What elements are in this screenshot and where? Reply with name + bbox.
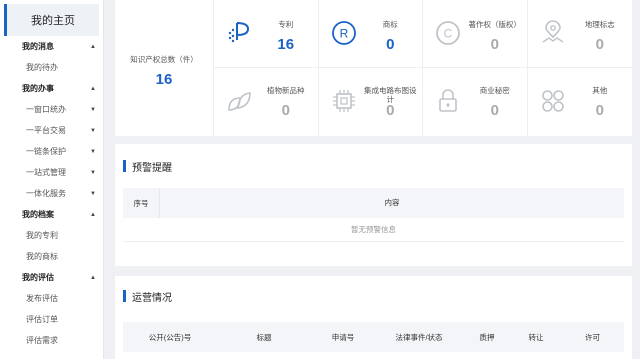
ip-cell-value: 0 — [595, 102, 604, 119]
sidebar-section-archive[interactable]: 我的档案 ▲ — [0, 204, 103, 225]
col-license: 许可 — [585, 332, 600, 342]
ip-total-label: 知识产权总数（件） — [130, 55, 198, 64]
ip-cell-value: 16 — [277, 36, 295, 53]
sidebar-section-label: 我的评估 — [22, 273, 54, 282]
ip-cell-value: 0 — [386, 36, 395, 53]
sidebar-item-manage[interactable]: 一站式管理 ▼ — [0, 162, 103, 183]
ip-total: 知识产权总数（件） 16 — [115, 0, 214, 136]
ip-stats-card: 知识产权总数（件） 16 专利 16 R 商标 0 C 著作权（版权） 0 地理… — [115, 0, 632, 136]
caret-up-icon: ▲ — [90, 85, 96, 92]
sidebar-section-evaluation[interactable]: 我的评估 ▲ — [0, 267, 103, 288]
ip-cell-label: 其他 — [592, 86, 608, 95]
ip-cell-copyright[interactable]: C 著作权（版权） 0 — [423, 0, 528, 68]
sidebar-item-protect[interactable]: 一链条保护 ▼ — [0, 141, 103, 162]
ip-cell-value: 0 — [595, 36, 604, 53]
lock-icon — [439, 89, 457, 112]
warning-table-header: 序号 内容 — [123, 188, 624, 218]
warning-table: 序号 内容 暂无预警信息 — [123, 188, 624, 242]
sidebar-item-window[interactable]: 一窗口统办 ▼ — [0, 99, 103, 120]
operations-title: 运营情况 — [132, 292, 172, 304]
sidebar-item-eval-demand[interactable]: 评估需求 — [0, 330, 103, 351]
sidebar-item-trade[interactable]: 一平台交易 ▼ — [0, 120, 103, 141]
ip-cell-secret[interactable]: 商业秘密 0 — [423, 68, 528, 136]
grid-icon — [541, 90, 564, 112]
chip-icon — [332, 90, 355, 112]
ip-cell-value: 0 — [281, 102, 290, 119]
caret-down-icon: ▼ — [90, 106, 96, 113]
ip-category-grid: 专利 16 R 商标 0 C 著作权（版权） 0 地理标志 0 植物新品种 0 … — [214, 0, 632, 136]
col-legal-status: 法律事件/状态 — [395, 332, 443, 342]
warning-panel: 预警提醒 序号 内容 暂无预警信息 — [115, 144, 632, 266]
sidebar-section-label: 我的档案 — [22, 210, 54, 219]
ip-cell-patent[interactable]: 专利 16 — [214, 0, 319, 68]
operations-panel: 运营情况 公开(公告)号 标题 申请号 法律事件/状态 质押 转让 许可 — [115, 276, 632, 359]
warning-empty: 暂无预警信息 — [123, 218, 624, 242]
col-title: 标题 — [256, 332, 272, 342]
title-accent-bar — [123, 160, 126, 172]
col-application-no: 申请号 — [331, 332, 355, 342]
ip-cell-label: 植物新品种 — [267, 86, 305, 95]
trademark-icon: R — [331, 21, 356, 45]
col-transfer: 转让 — [528, 332, 544, 342]
plant-icon — [228, 92, 251, 111]
sidebar-section-affairs[interactable]: 我的办事 ▲ — [0, 78, 103, 99]
caret-up-icon: ▲ — [90, 274, 96, 281]
ip-cell-value: 0 — [490, 102, 499, 119]
caret-down-icon: ▼ — [90, 127, 96, 134]
svg-text:C: C — [444, 27, 453, 41]
main-content: 知识产权总数（件） 16 专利 16 R 商标 0 C 著作权（版权） 0 地理… — [115, 0, 632, 359]
ip-cell-label: 商业秘密 — [479, 86, 510, 95]
warning-title: 预警提醒 — [132, 162, 172, 174]
title-accent-bar — [123, 290, 126, 302]
geo-mark-icon — [542, 20, 563, 43]
ip-total-value: 16 — [155, 71, 173, 88]
sidebar-section-label: 我的办事 — [22, 84, 54, 93]
sidebar: 我的主页 我的消息 ▲ 我的待办 我的办事 ▲ 一窗口统办 ▼ 一平台交易 ▼ 一链… — [0, 0, 104, 359]
sidebar-section-messages[interactable]: 我的消息 ▲ — [0, 36, 103, 57]
operations-table-header: 公开(公告)号 标题 申请号 法律事件/状态 质押 转让 许可 — [123, 322, 624, 352]
caret-down-icon: ▼ — [90, 190, 96, 197]
ip-cell-plant[interactable]: 植物新品种 0 — [214, 68, 319, 136]
col-content: 内容 — [159, 188, 624, 218]
svg-text:R: R — [339, 27, 348, 41]
copyright-icon: C — [436, 21, 460, 45]
col-index: 序号 — [133, 198, 149, 208]
patent-icon — [228, 22, 250, 43]
sidebar-item-publish-eval[interactable]: 发布评估 — [0, 288, 103, 309]
ip-cell-other[interactable]: 其他 0 — [528, 68, 633, 136]
sidebar-item-patents[interactable]: 我的专利 — [0, 225, 103, 246]
ip-cell-chip[interactable]: 集成电路布图设计 0 — [319, 68, 423, 136]
ip-cell-label: 商标 — [382, 20, 398, 29]
ip-cell-trademark[interactable]: R 商标 0 — [318, 0, 423, 68]
caret-up-icon: ▲ — [90, 211, 96, 218]
sidebar-item-trademarks[interactable]: 我的商标 — [0, 246, 103, 267]
ip-cell-label: 地理标志 — [584, 20, 615, 29]
ip-cell-label: 著作权（版权） — [468, 20, 522, 29]
caret-up-icon: ▲ — [90, 43, 96, 50]
ip-cell-value: 0 — [490, 36, 499, 53]
sidebar-section-label: 我的消息 — [22, 42, 54, 51]
sidebar-item-eval-orders[interactable]: 评估订单 — [0, 309, 103, 330]
ip-cell-label: 专利 — [278, 20, 294, 29]
sidebar-item-todo[interactable]: 我的待办 — [0, 57, 103, 78]
sidebar-item-service[interactable]: 一体化服务 ▼ — [0, 183, 103, 204]
ip-cell-geo[interactable]: 地理标志 0 — [527, 0, 632, 68]
sidebar-home[interactable]: 我的主页 — [4, 4, 99, 36]
ip-cell-value: 0 — [386, 102, 395, 119]
caret-down-icon: ▼ — [90, 148, 96, 155]
col-pledge: 质押 — [479, 332, 495, 342]
caret-down-icon: ▼ — [90, 169, 96, 176]
col-publication-no: 公开(公告)号 — [148, 332, 192, 342]
